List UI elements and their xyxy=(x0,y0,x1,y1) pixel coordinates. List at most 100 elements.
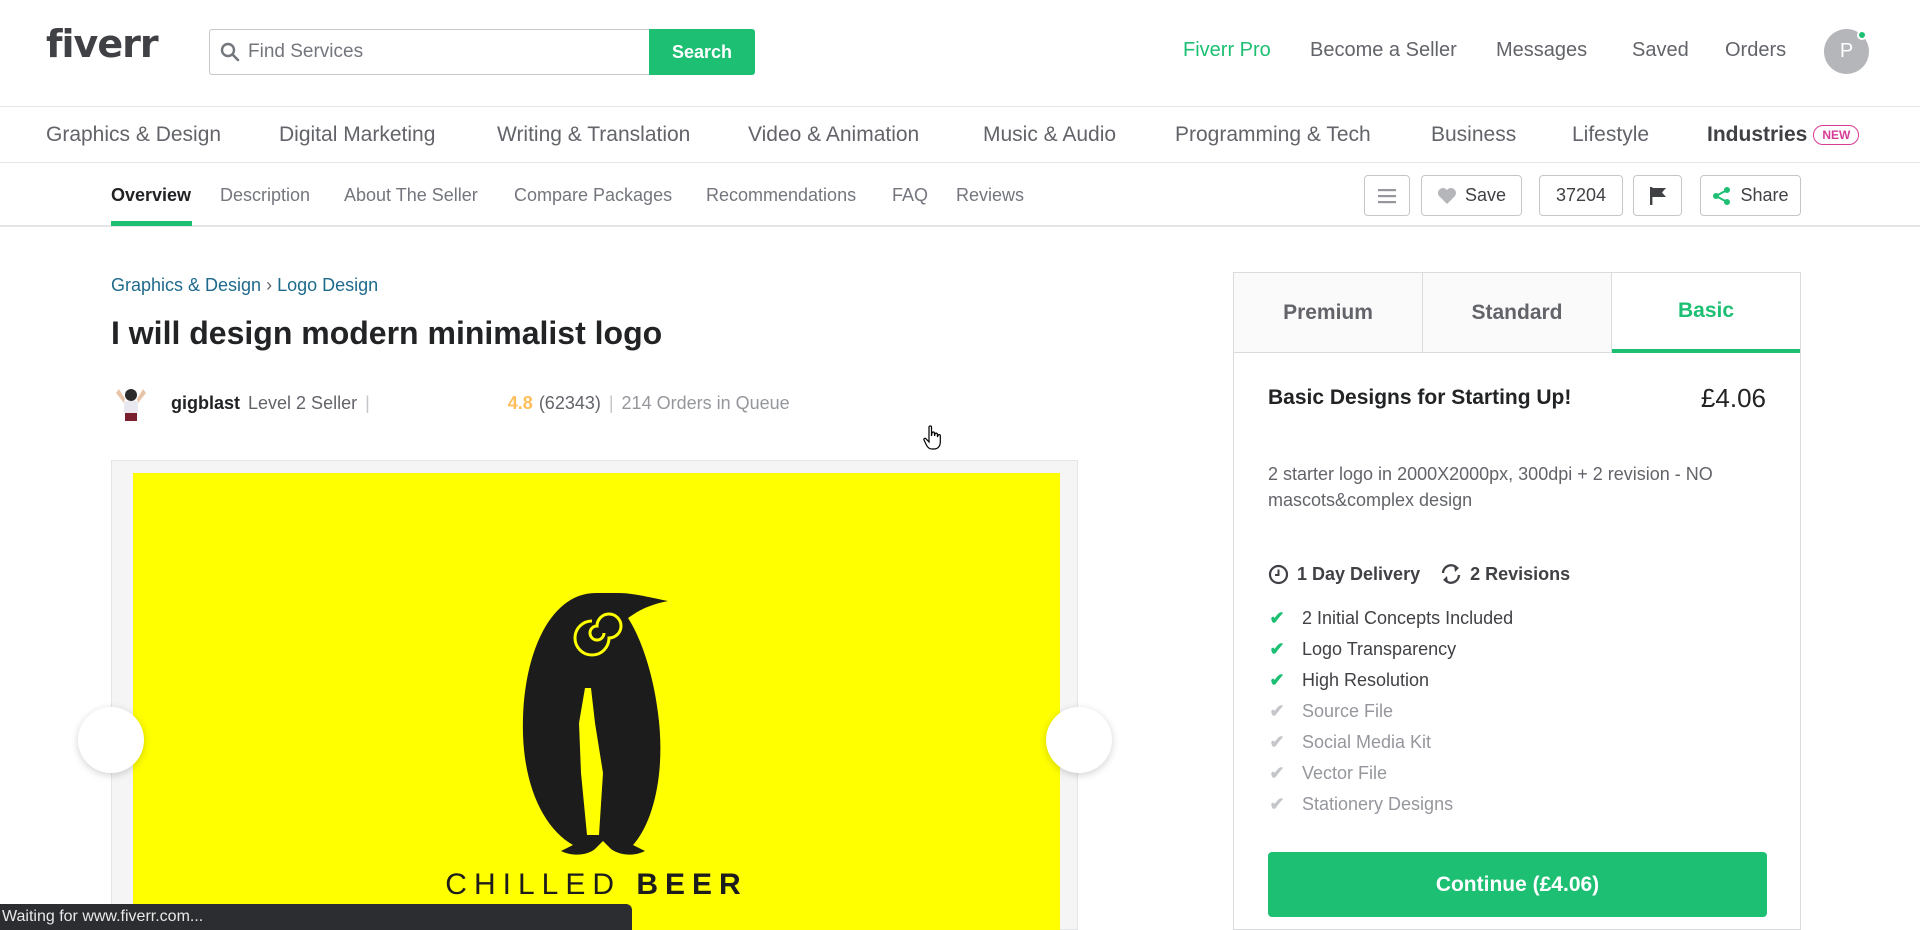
feature-label: Source File xyxy=(1302,701,1394,721)
nav-fiverr-pro[interactable]: Fiverr Pro xyxy=(1183,39,1271,62)
refresh-icon xyxy=(1441,564,1461,584)
package-description: 2 starter logo in 2000X2000px, 300dpi + … xyxy=(1268,464,1713,510)
feature-item: ✔ 2 Initial Concepts Included xyxy=(1268,608,1513,629)
feature-item: ✔ Social Media Kit xyxy=(1268,732,1431,753)
category-lifestyle[interactable]: Lifestyle xyxy=(1572,123,1649,147)
gig-title: I will design modern minimalist logo xyxy=(111,315,663,351)
caption-chilled: CHILLED xyxy=(445,868,621,901)
revisions: 2 Revisions xyxy=(1440,563,1570,585)
divider: | xyxy=(365,392,370,413)
breadcrumb: Graphics & Design › Logo Design xyxy=(111,275,378,296)
category-writing-translation[interactable]: Writing & Translation xyxy=(497,123,690,147)
feature-label: Stationery Designs xyxy=(1302,794,1454,814)
tab-premium[interactable]: Premium xyxy=(1234,273,1423,353)
search-button[interactable]: Search xyxy=(649,29,755,75)
breadcrumb-separator: › xyxy=(266,275,273,295)
feature-item: ✔ Stationery Designs xyxy=(1268,794,1453,815)
feature-label: Vector File xyxy=(1302,763,1388,783)
search-placeholder: Find Services xyxy=(248,41,364,62)
tab-about-seller[interactable]: About The Seller xyxy=(344,185,478,206)
category-business[interactable]: Business xyxy=(1431,123,1516,147)
feature-label: High Resolution xyxy=(1302,670,1430,690)
site-header: fiverr Find Services Search Fiverr Pro B… xyxy=(0,0,1920,107)
seller-overview: gigblast Level 2 Seller | 4.8 (62343) | … xyxy=(111,383,790,423)
check-icon: ✔ xyxy=(1269,794,1285,814)
check-icon: ✔ xyxy=(1269,732,1285,752)
package-tabs: Premium Standard Basic xyxy=(1234,273,1800,353)
nav-messages[interactable]: Messages xyxy=(1496,39,1587,62)
feature-item: ✔ Source File xyxy=(1268,701,1393,722)
category-industries[interactable]: Industries NEW xyxy=(1707,123,1860,147)
heart-icon xyxy=(1437,187,1456,204)
feature-item: ✔ Vector File xyxy=(1268,763,1387,784)
package-panel: Premium Standard Basic Basic Designs for… xyxy=(1233,272,1801,930)
category-industries-label: Industries xyxy=(1707,123,1808,146)
gallery-prev-button[interactable] xyxy=(78,707,144,773)
online-status-dot xyxy=(1857,30,1867,40)
category-graphics-design[interactable]: Graphics & Design xyxy=(46,123,221,147)
category-video-animation[interactable]: Video & Animation xyxy=(748,123,919,147)
star-icons xyxy=(378,393,508,413)
seller-avatar[interactable] xyxy=(111,383,151,423)
tab-faq[interactable]: FAQ xyxy=(892,185,928,206)
feature-label: Social Media Kit xyxy=(1302,732,1432,752)
category-programming-tech[interactable]: Programming & Tech xyxy=(1175,123,1371,147)
save-button[interactable]: Save xyxy=(1421,175,1522,216)
delivery-label: 1 Day Delivery xyxy=(1297,563,1421,584)
menu-icon xyxy=(1378,188,1396,203)
review-count[interactable]: (62343) xyxy=(539,393,601,414)
caption-beer: BEER xyxy=(636,868,748,901)
package-name: Basic Designs for Starting Up! xyxy=(1268,386,1572,409)
gallery-next-button[interactable] xyxy=(1046,707,1112,773)
category-bar: Graphics & Design Digital Marketing Writ… xyxy=(0,107,1920,163)
tab-standard[interactable]: Standard xyxy=(1423,273,1612,353)
feature-label: 2 Initial Concepts Included xyxy=(1302,608,1514,628)
divider: | xyxy=(608,392,614,413)
check-icon: ✔ xyxy=(1269,701,1285,721)
gallery-image-caption: CHILLED BEER xyxy=(133,868,1060,902)
tab-compare-packages[interactable]: Compare Packages xyxy=(514,185,672,206)
check-icon: ✔ xyxy=(1269,639,1285,659)
flag-icon xyxy=(1649,186,1666,205)
browser-status-bar: Waiting for www.fiverr.com... xyxy=(0,904,632,930)
share-label: Share xyxy=(1740,185,1789,205)
feature-item: ✔ Logo Transparency xyxy=(1268,639,1456,660)
tab-recommendations[interactable]: Recommendations xyxy=(706,185,856,206)
nav-saved[interactable]: Saved xyxy=(1632,39,1689,62)
delivery-time: 1 Day Delivery xyxy=(1268,563,1420,585)
seller-level: Level 2 Seller xyxy=(248,392,358,413)
seller-name[interactable]: gigblast xyxy=(171,393,240,414)
collections-button[interactable] xyxy=(1364,175,1410,216)
nav-orders[interactable]: Orders xyxy=(1725,39,1786,62)
penguin-logo-graphic xyxy=(522,592,668,855)
gallery-image: CHILLED BEER xyxy=(133,473,1060,930)
share-icon xyxy=(1713,186,1731,205)
save-label: Save xyxy=(1464,185,1507,205)
check-icon: ✔ xyxy=(1269,608,1285,628)
check-icon: ✔ xyxy=(1269,670,1285,690)
feature-item: ✔ High Resolution xyxy=(1268,670,1429,691)
tab-reviews[interactable]: Reviews xyxy=(956,185,1024,206)
tab-basic[interactable]: Basic xyxy=(1612,273,1800,353)
package-price: £4.06 xyxy=(1700,383,1766,413)
breadcrumb-logo-design[interactable]: Logo Design xyxy=(277,275,378,295)
nav-become-seller[interactable]: Become a Seller xyxy=(1310,39,1457,62)
new-badge: NEW xyxy=(1813,125,1860,146)
share-button[interactable]: Share xyxy=(1700,175,1801,216)
package-meta: 1 Day Delivery 2 Revisions xyxy=(1268,563,1570,585)
report-button[interactable] xyxy=(1633,175,1682,216)
active-tab-indicator xyxy=(111,221,192,226)
continue-button[interactable]: Continue (£4.06) xyxy=(1268,852,1767,917)
search-input[interactable]: Find Services xyxy=(209,29,649,75)
check-icon: ✔ xyxy=(1269,763,1285,783)
hand-cursor-icon xyxy=(923,425,941,450)
revisions-label: 2 Revisions xyxy=(1470,563,1571,584)
fiverr-logo[interactable]: fiverr xyxy=(46,22,159,66)
category-music-audio[interactable]: Music & Audio xyxy=(983,123,1116,147)
breadcrumb-graphics-design[interactable]: Graphics & Design xyxy=(111,275,261,295)
tab-overview[interactable]: Overview xyxy=(111,185,191,206)
orders-in-queue: 214 Orders in Queue xyxy=(621,392,790,413)
tab-description[interactable]: Description xyxy=(220,185,310,206)
search-bar: Find Services Search xyxy=(209,29,755,75)
category-digital-marketing[interactable]: Digital Marketing xyxy=(279,123,435,147)
